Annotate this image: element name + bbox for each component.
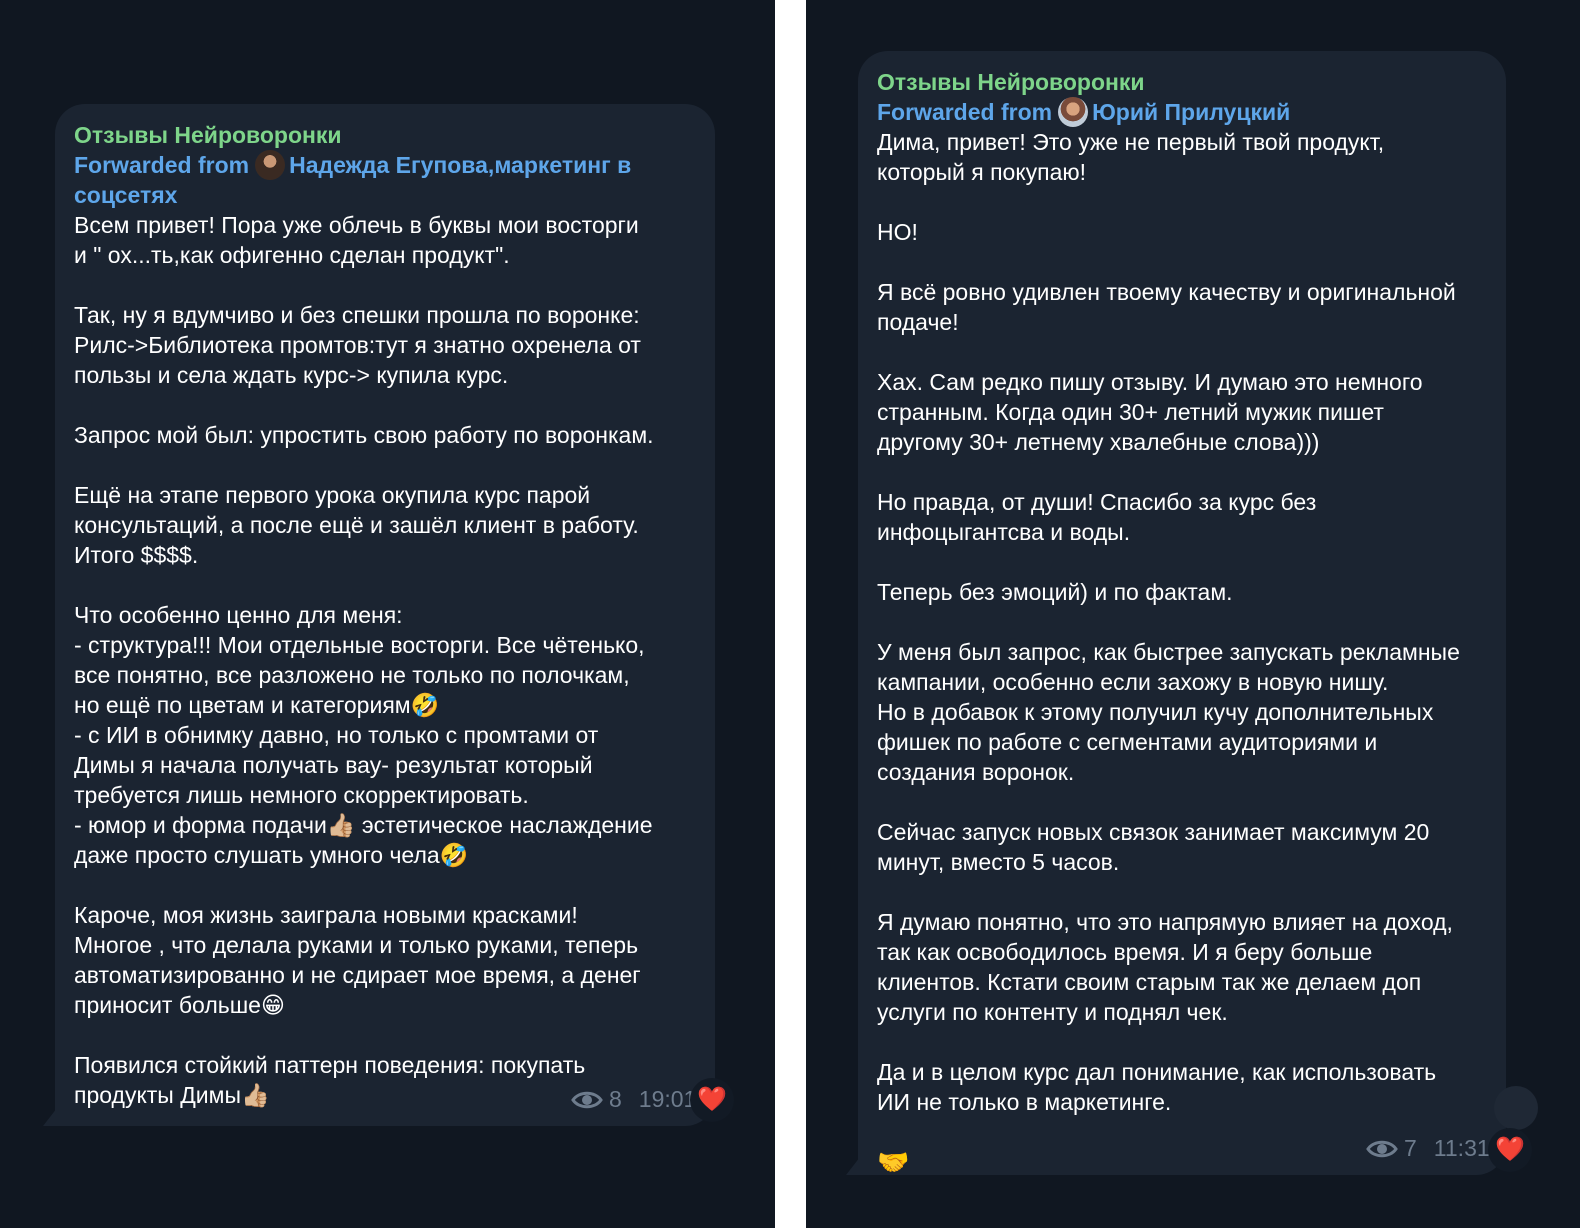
message-paragraph: НО! [877,219,918,245]
forwarded-header[interactable]: Forwarded from Надежда Егупова,маркетинг … [74,150,701,210]
forwarded-prefix: Forwarded from [74,152,250,178]
message-paragraph: Дима, привет! Это уже не первый твой про… [877,129,1385,185]
message-time: 11:31 [1433,1135,1490,1161]
views-count: 7 [1404,1135,1417,1161]
chat-panel-right: Отзывы Нейроворонки Forwarded from Юрий П… [806,0,1580,1228]
message-paragraph: Я всё ровно удивлен твоему качеству и ор… [877,279,1456,335]
avatar[interactable] [1058,97,1089,127]
message-time: 19:01 [638,1086,697,1112]
message-paragraph: Я думаю понятно, что это напрямую влияет… [877,909,1453,1025]
message-meta: 7 11:31 [1366,1133,1490,1163]
heart-icon[interactable]: ❤️ [1488,1128,1532,1172]
message-text: Дима, привет! Это уже не первый твой про… [877,127,1492,1177]
message-meta: 8 19:01 [571,1084,696,1114]
message-paragraph: У меня был запрос, как быстрее запускать… [877,639,1460,785]
side-action-circle[interactable] [1494,1086,1538,1130]
forwarded-prefix: Forwarded from [877,99,1053,125]
eye-icon [1366,1137,1398,1159]
message-paragraph: Запрос мой был: упростить свою работу по… [74,422,654,448]
eye-icon [571,1088,603,1110]
reaction-emoji: ❤️ [697,1086,727,1113]
message-paragraph: Теперь без эмоций) и по фактам. [877,579,1233,605]
reaction-emoji: ❤️ [1495,1136,1525,1163]
message-paragraph: Хах. Сам редко пишу отзыву. И думаю это … [877,369,1423,455]
heart-icon[interactable]: ❤️ [690,1078,734,1122]
message-bubble-right[interactable]: Отзывы Нейроворонки Forwarded from Юрий П… [858,51,1506,1177]
chat-panel-left: Отзывы Нейроворонки Forwarded from Надежд… [0,0,775,1228]
forwarded-header[interactable]: Forwarded from Юрий Прилуцкий [877,97,1492,127]
message-paragraph: Сейчас запуск новых связок занимает макс… [877,819,1430,875]
message-paragraph: Так, ну я вдумчиво и без спешки прошла п… [74,302,641,388]
message-paragraph: Всем привет! Пора уже облечь в буквы мои… [74,212,639,268]
message-paragraph: Но правда, от души! Спасибо за курс без … [877,489,1317,545]
message-paragraph: Что особенно ценно для меня: - структура… [74,602,653,868]
message-text: Всем привет! Пора уже облечь в буквы мои… [74,210,701,1110]
message-bubble-left[interactable]: Отзывы Нейроворонки Forwarded from Надежд… [55,104,715,1126]
message-paragraph: Да и в целом курс дал понимание, как исп… [877,1059,1437,1115]
channel-name[interactable]: Отзывы Нейроворонки [877,67,1492,97]
forwarded-author[interactable]: Юрий Прилуцкий [1092,99,1290,125]
views-count: 8 [609,1086,622,1112]
message-paragraph: Кароче, моя жизнь заиграла новыми краска… [74,902,641,1018]
message-paragraph: Ещё на этапе первого урока окупила курс … [74,482,639,568]
avatar[interactable] [255,150,286,180]
channel-name[interactable]: Отзывы Нейроворонки [74,120,701,150]
